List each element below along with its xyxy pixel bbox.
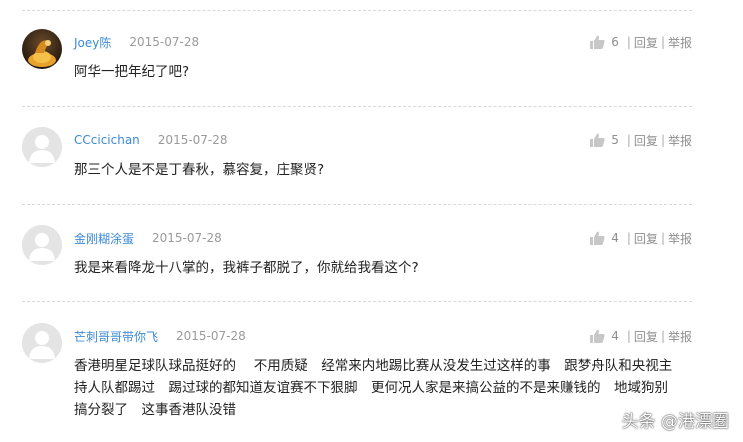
action-separator: | — [660, 231, 665, 245]
avatar[interactable] — [22, 323, 62, 363]
action-separator: | — [626, 35, 631, 49]
reply-link[interactable]: 回复 — [634, 34, 658, 51]
thumbs-up-icon[interactable] — [589, 35, 605, 49]
comment-text-line: 搞分裂了 这事香港队没错 — [74, 402, 236, 418]
thumbs-up-icon[interactable] — [589, 231, 605, 245]
action-separator: | — [626, 133, 631, 147]
comment-text: 我是来看降龙十八掌的，我裤子都脱了，你就给我看这个? — [74, 260, 419, 276]
thumbs-up-icon[interactable] — [589, 133, 605, 147]
like-count: 4 — [611, 231, 619, 245]
comment-date: 2015-07-28 — [129, 35, 200, 49]
avatar[interactable] — [22, 127, 62, 167]
report-link[interactable]: 举报 — [668, 34, 692, 51]
action-separator: | — [660, 35, 665, 49]
comment-divider — [22, 301, 692, 302]
report-link[interactable]: 举报 — [668, 132, 692, 149]
username-link[interactable]: CCcicichan — [74, 133, 140, 147]
comment-text-line: 香港明星足球队球品挺好的 不用质疑 经常来内地踢比赛从没发生过这样的事 跟梦舟队… — [74, 358, 673, 374]
reply-link[interactable]: 回复 — [634, 132, 658, 149]
username-link[interactable]: 金刚糊涂蛋 — [74, 230, 134, 247]
default-avatar-icon — [22, 225, 62, 265]
default-avatar-icon — [22, 127, 62, 167]
report-link[interactable]: 举报 — [668, 230, 692, 247]
comment-text: 那三个人是不是丁春秋，慕容复，庄聚贤? — [74, 162, 325, 178]
avatar[interactable] — [22, 29, 62, 69]
avatar[interactable] — [22, 225, 62, 265]
comment-date: 2015-07-28 — [176, 329, 246, 343]
comment-text: 香港明星足球队球品挺好的 不用质疑 经常来内地踢比赛从没发生过这样的事 跟梦舟队… — [74, 355, 704, 421]
action-separator: | — [660, 329, 665, 343]
comment-divider — [22, 106, 692, 107]
username-link[interactable]: Joey陈 — [74, 34, 111, 51]
reply-link[interactable]: 回复 — [634, 328, 658, 345]
like-count: 6 — [611, 35, 619, 49]
comment-text: 阿华一把年纪了吧? — [74, 64, 190, 80]
watermark-text: 头条 @港漂圈 — [621, 412, 729, 432]
action-separator: | — [626, 329, 631, 343]
thumbs-up-icon[interactable] — [589, 329, 605, 343]
default-avatar-icon — [22, 323, 62, 363]
action-separator: | — [626, 231, 631, 245]
report-link[interactable]: 举报 — [668, 328, 692, 345]
username-link[interactable]: 芒刺哥哥带你飞 — [74, 328, 158, 345]
action-separator: | — [660, 133, 665, 147]
comment-text-line: 持人队都踢过 踢过球的都知道友谊赛不下狠脚 更何况人家是来搞公益的不是来赚钱的 … — [74, 380, 668, 396]
like-count: 4 — [611, 329, 619, 343]
comment-divider — [22, 204, 692, 205]
comment-date: 2015-07-28 — [157, 133, 228, 147]
user-avatar-image — [22, 29, 62, 69]
comment-divider — [22, 10, 692, 11]
comment-date: 2015-07-28 — [152, 231, 222, 245]
reply-link[interactable]: 回复 — [634, 230, 658, 247]
like-count: 5 — [611, 133, 619, 147]
